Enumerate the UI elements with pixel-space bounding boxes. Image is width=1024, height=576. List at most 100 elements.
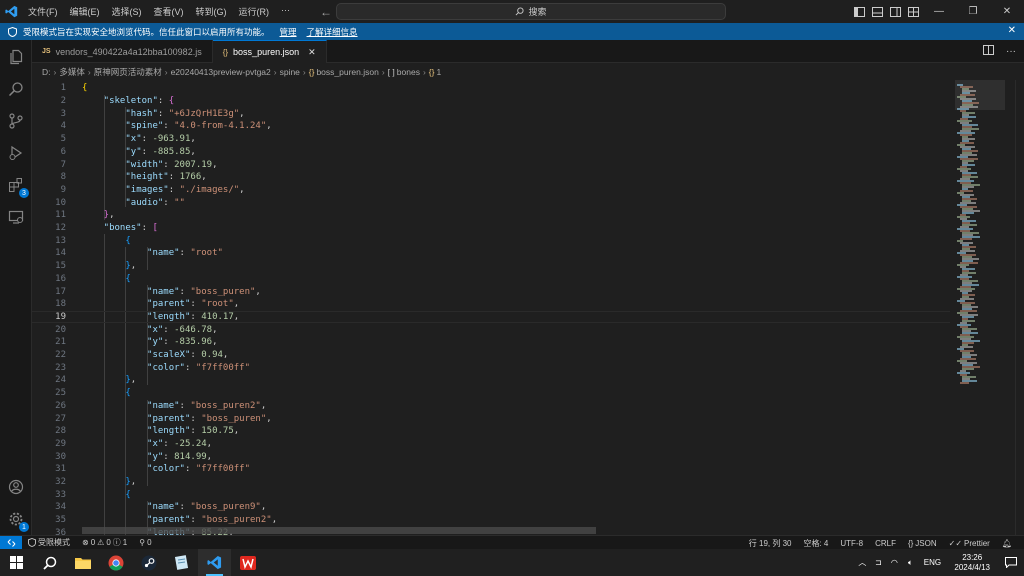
breadcrumb-item[interactable]: bones xyxy=(397,67,420,77)
wps-office-icon[interactable] xyxy=(231,549,264,576)
code-line[interactable]: 3 "hash": "+6JzQrH1E3g", xyxy=(32,107,950,120)
tab-close-icon[interactable]: ✕ xyxy=(308,47,316,58)
more-actions-icon[interactable]: ··· xyxy=(1006,46,1016,57)
tray-app-icon[interactable]: ⊐ xyxy=(870,558,886,567)
code-line[interactable]: 15}, xyxy=(32,260,950,273)
horizontal-scrollbar[interactable] xyxy=(82,527,596,534)
code-line[interactable]: 21 "y": -835.96, xyxy=(32,336,950,349)
close-window-button[interactable]: ✕ xyxy=(990,0,1024,23)
menu-item[interactable]: 选择(S) xyxy=(106,5,148,18)
code-line[interactable]: 9 "images": "./images/", xyxy=(32,184,950,197)
banner-manage-link[interactable]: 管理 xyxy=(280,26,297,38)
vscode-taskbar-icon[interactable] xyxy=(198,549,231,576)
toggle-secondary-sidebar-icon[interactable] xyxy=(886,0,904,23)
steam-icon[interactable] xyxy=(132,549,165,576)
code-line[interactable]: 6 "y": -885.85, xyxy=(32,146,950,159)
search-view-icon[interactable] xyxy=(5,78,27,100)
notes-app-icon[interactable] xyxy=(165,549,198,576)
code-line[interactable]: 10 "audio": "" xyxy=(32,196,950,209)
code-line[interactable]: 26 "name": "boss_puren2", xyxy=(32,400,950,413)
tab-vendors-js[interactable]: JS vendors_490422a4a12bba100982.js xyxy=(32,40,213,63)
extensions-icon[interactable]: 3 xyxy=(5,174,29,198)
source-control-icon[interactable] xyxy=(5,110,27,132)
code-line[interactable]: 30 "y": 814.99, xyxy=(32,450,950,463)
encoding[interactable]: UTF-8 xyxy=(834,539,869,548)
menu-item[interactable]: 编辑(E) xyxy=(64,5,106,18)
code-line[interactable]: 13 { xyxy=(32,234,950,247)
code-line[interactable]: 16 { xyxy=(32,273,950,286)
menu-item[interactable]: 转到(G) xyxy=(190,5,233,18)
chrome-icon[interactable] xyxy=(99,549,132,576)
code-line[interactable]: 34 "name": "boss_puren9", xyxy=(32,501,950,514)
code-line[interactable]: 8 "height": 1766, xyxy=(32,171,950,184)
accounts-icon[interactable] xyxy=(5,476,27,498)
code-line[interactable]: 29 "x": -25.24, xyxy=(32,438,950,451)
manage-gear-icon[interactable]: 1 xyxy=(5,508,29,532)
explorer-icon[interactable] xyxy=(5,46,27,68)
prettier-status[interactable]: ✓✓ Prettier xyxy=(943,539,996,548)
code-line[interactable]: 11}, xyxy=(32,209,950,222)
command-center-search[interactable]: 搜索 xyxy=(336,3,726,20)
notifications-bell-icon[interactable]: 🔔︎ xyxy=(996,539,1018,548)
code-line[interactable]: 5 "x": -963.91, xyxy=(32,133,950,146)
restore-button[interactable]: ❐ xyxy=(956,0,990,23)
indentation[interactable]: 空格: 4 xyxy=(797,538,834,549)
code-line[interactable]: 25 { xyxy=(32,387,950,400)
restricted-mode-status[interactable]: 受限模式 xyxy=(22,537,76,548)
code-line[interactable]: 1{ xyxy=(32,82,950,95)
banner-close-icon[interactable]: ✕ xyxy=(1008,25,1016,36)
code-line[interactable]: 19 "length": 410.17, xyxy=(32,310,950,324)
code-line[interactable]: 27 "parent": "boss_puren", xyxy=(32,412,950,425)
minimize-button[interactable]: — xyxy=(922,0,956,23)
code-line[interactable]: 28 "length": 150.75, xyxy=(32,425,950,438)
code-line[interactable]: 20 "x": -646.78, xyxy=(32,323,950,336)
clock[interactable]: 23:26 2024/4/13 xyxy=(946,553,998,573)
remote-indicator-icon[interactable] xyxy=(0,535,22,550)
code-line[interactable]: 18 "parent": "root", xyxy=(32,298,950,311)
minimap[interactable] xyxy=(955,80,1015,535)
breadcrumb-item[interactable]: 原神网页活动素材 xyxy=(94,66,162,78)
toggle-panel-icon[interactable] xyxy=(868,0,886,23)
menu-item[interactable]: 查看(V) xyxy=(148,5,190,18)
code-line[interactable]: 32}, xyxy=(32,476,950,489)
windows-start-icon[interactable] xyxy=(0,549,33,576)
code-line[interactable]: 33 { xyxy=(32,488,950,501)
vertical-scrollbar[interactable] xyxy=(1015,80,1024,535)
file-explorer-icon[interactable] xyxy=(66,549,99,576)
breadcrumb-item[interactable]: 多媒体 xyxy=(59,66,85,78)
menu-more-button[interactable]: ··· xyxy=(275,5,296,18)
code-line[interactable]: 22 "scaleX": 0.94, xyxy=(32,349,950,362)
remote-explorer-icon[interactable] xyxy=(5,206,27,228)
ports-status[interactable]: ⚲ 0 xyxy=(133,538,157,547)
wifi-icon[interactable]: ◠ xyxy=(886,558,902,567)
taskbar-search-icon[interactable] xyxy=(33,549,66,576)
breadcrumb-item[interactable]: boss_puren.json xyxy=(316,67,378,77)
code-line[interactable]: 12 "bones": [ xyxy=(32,222,950,235)
customize-layout-icon[interactable] xyxy=(904,0,922,23)
breadcrumb-item[interactable]: e20240413preview-pvtga2 xyxy=(171,67,271,77)
notification-center-icon[interactable] xyxy=(998,557,1024,568)
banner-learn-more-link[interactable]: 了解详细信息 xyxy=(307,26,358,38)
problems-status[interactable]: ⊗ 0 ⚠ 0 ⓘ 1 xyxy=(76,537,133,548)
code-line[interactable]: 35 "parent": "boss_puren2", xyxy=(32,514,950,527)
code-line[interactable]: 17 "name": "boss_puren", xyxy=(32,285,950,298)
toggle-sidebar-icon[interactable] xyxy=(850,0,868,23)
split-editor-icon[interactable] xyxy=(983,45,994,58)
language-mode[interactable]: {} JSON xyxy=(902,539,943,548)
volume-icon[interactable]: 🔈︎ xyxy=(902,558,918,568)
menu-item[interactable]: 运行(R) xyxy=(233,5,276,18)
menu-item[interactable]: 文件(F) xyxy=(22,5,64,18)
cursor-position[interactable]: 行 19, 列 30 xyxy=(743,538,798,549)
end-of-line[interactable]: CRLF xyxy=(869,539,902,548)
code-line[interactable]: 7 "width": 2007.19, xyxy=(32,158,950,171)
run-debug-icon[interactable] xyxy=(5,142,27,164)
input-language[interactable]: ENG xyxy=(918,558,946,567)
tab-boss-puren-json[interactable]: {} boss_puren.json ✕ xyxy=(212,40,327,63)
breadcrumb-item[interactable]: 1 xyxy=(436,67,441,77)
code-line[interactable]: 2 "skeleton": { xyxy=(32,95,950,108)
breadcrumb-item[interactable]: spine xyxy=(280,67,300,77)
code-line[interactable]: 31 "color": "f7ff00ff" xyxy=(32,463,950,476)
show-hidden-icons-icon[interactable]: ︿ xyxy=(854,557,870,568)
code-line[interactable]: 14 "name": "root" xyxy=(32,247,950,260)
code-line[interactable]: 24}, xyxy=(32,374,950,387)
